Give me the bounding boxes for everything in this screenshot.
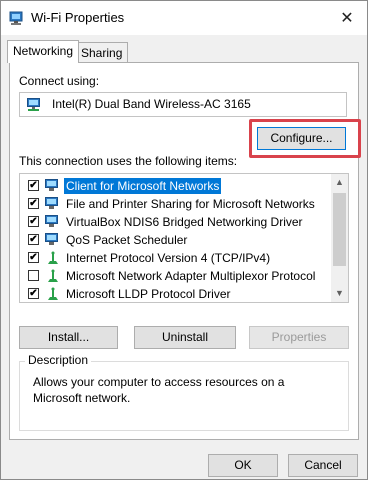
items-label: This connection uses the following items… <box>19 154 238 168</box>
item-checkbox[interactable]: ✔ <box>28 180 39 191</box>
connect-using-label: Connect using: <box>19 74 100 88</box>
list-item[interactable]: ✔ QoS Packet Scheduler <box>20 231 330 249</box>
configure-highlight <box>249 119 361 158</box>
adapter-field: Intel(R) Dual Band Wireless-AC 3165 <box>19 92 347 117</box>
network-client-icon <box>45 179 58 191</box>
description-legend: Description <box>25 353 92 367</box>
scroll-down-icon[interactable]: ▼ <box>331 285 348 302</box>
ok-button[interactable]: OK <box>208 454 278 477</box>
ok-button-label: OK <box>234 458 252 472</box>
close-button[interactable]: ✕ <box>327 1 367 35</box>
description-text: Allows your computer to access resources… <box>33 375 285 405</box>
network-adapter-icon <box>27 98 40 111</box>
item-checkbox[interactable] <box>28 270 39 281</box>
properties-button-label: Properties <box>271 330 327 344</box>
item-label: VirtualBox NDIS6 Bridged Networking Driv… <box>66 215 303 229</box>
list-item[interactable]: ✔ Client for Microsoft Networks <box>20 177 330 195</box>
item-label: File and Printer Sharing for Microsoft N… <box>66 197 315 211</box>
list-item[interactable]: ✔ File and Printer Sharing for Microsoft… <box>20 195 330 213</box>
properties-button[interactable]: Properties <box>249 326 349 349</box>
tab-sharing[interactable]: Sharing <box>75 42 129 62</box>
install-button-label: Install... <box>47 330 90 344</box>
install-button[interactable]: Install... <box>19 326 118 349</box>
item-checkbox[interactable]: ✔ <box>28 234 39 245</box>
list-item[interactable]: Microsoft Network Adapter Multiplexor Pr… <box>20 267 330 285</box>
protocol-icon <box>48 287 58 300</box>
protocol-icon <box>48 269 58 282</box>
item-label: Internet Protocol Version 4 (TCP/IPv4) <box>66 251 271 265</box>
close-icon: ✕ <box>340 10 354 27</box>
item-checkbox[interactable]: ✔ <box>28 252 39 263</box>
network-service-icon <box>45 215 58 227</box>
uninstall-button[interactable]: Uninstall <box>134 326 236 349</box>
scroll-up-icon[interactable]: ▲ <box>331 174 348 191</box>
cancel-button[interactable]: Cancel <box>288 454 358 477</box>
scroll-thumb[interactable] <box>333 193 346 266</box>
list-item[interactable]: ✔ Microsoft LLDP Protocol Driver <box>20 285 330 302</box>
items-list[interactable]: ✔ Client for Microsoft Networks ✔ File a… <box>19 173 349 303</box>
item-label: Microsoft Network Adapter Multiplexor Pr… <box>66 269 316 283</box>
item-checkbox[interactable]: ✔ <box>28 288 39 299</box>
item-checkbox[interactable]: ✔ <box>28 198 39 209</box>
network-service-icon <box>45 197 58 209</box>
window-title: Wi-Fi Properties <box>31 10 125 25</box>
network-adapter-icon <box>9 11 23 25</box>
cancel-button-label: Cancel <box>304 458 342 472</box>
list-item[interactable]: ✔ VirtualBox NDIS6 Bridged Networking Dr… <box>20 213 330 231</box>
network-service-icon <box>45 233 58 245</box>
tab-networking-label: Networking <box>13 44 74 58</box>
tab-networking[interactable]: Networking <box>7 40 80 63</box>
item-label: QoS Packet Scheduler <box>66 233 188 247</box>
adapter-name: Intel(R) Dual Band Wireless-AC 3165 <box>52 97 251 111</box>
list-item[interactable]: ✔ Internet Protocol Version 4 (TCP/IPv4) <box>20 249 330 267</box>
item-label: Microsoft LLDP Protocol Driver <box>66 287 231 301</box>
item-label: Client for Microsoft Networks <box>64 178 222 194</box>
title-bar[interactable]: Wi-Fi Properties ✕ <box>1 1 367 35</box>
uninstall-button-label: Uninstall <box>161 330 209 344</box>
item-checkbox[interactable]: ✔ <box>28 216 39 227</box>
tab-sharing-label: Sharing <box>81 46 123 60</box>
properties-window: Wi-Fi Properties ✕ Networking Sharing Co… <box>0 0 368 480</box>
list-scrollbar[interactable]: ▲ ▼ <box>331 174 348 302</box>
protocol-icon <box>48 251 58 264</box>
